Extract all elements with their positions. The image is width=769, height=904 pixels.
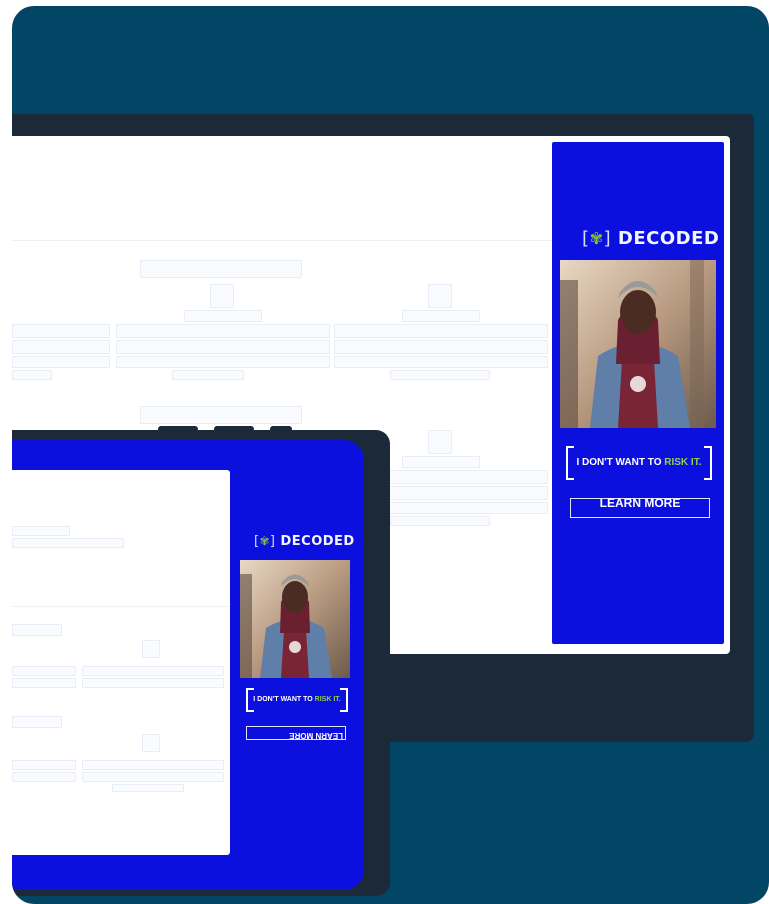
tablet-ad-brand-name: DECODED bbox=[280, 534, 355, 549]
bracket-left-icon bbox=[246, 688, 254, 712]
placeholder-line bbox=[390, 516, 490, 526]
content-divider bbox=[12, 606, 230, 607]
placeholder-heading bbox=[12, 716, 62, 728]
placeholder-image bbox=[428, 430, 452, 454]
placeholder-image bbox=[210, 284, 234, 308]
tablet-ad-brand-logo: [✾] DECODED bbox=[254, 534, 355, 549]
ad-brand-logo: [✾] DECODED bbox=[582, 228, 720, 249]
content-divider bbox=[12, 240, 552, 241]
placeholder-line bbox=[12, 370, 52, 380]
tablet-ad-tagline: I DON'T WANT TO RISK IT. bbox=[246, 688, 348, 712]
placeholder-heading bbox=[140, 406, 302, 424]
placeholder-line bbox=[82, 760, 224, 770]
placeholder-line bbox=[12, 324, 110, 338]
cannabis-leaf-icon: ✾ bbox=[259, 534, 270, 548]
placeholder-line bbox=[116, 356, 330, 368]
cannabis-leaf-icon: ✾ bbox=[589, 229, 604, 248]
placeholder-image bbox=[142, 734, 160, 752]
placeholder-line bbox=[116, 340, 330, 354]
placeholder-image bbox=[142, 640, 160, 658]
tablet-ad-photo bbox=[240, 560, 350, 678]
placeholder-line bbox=[402, 310, 480, 322]
tablet-page-content bbox=[12, 470, 230, 855]
laptop-ad-banner[interactable]: [✾] DECODED I DON'T WANT TO RISK IT. LEA… bbox=[552, 142, 724, 644]
tablet-screen: [✾] DECODED I DON'T WANT TO RISK IT. LEA… bbox=[12, 440, 364, 890]
placeholder-line bbox=[12, 678, 76, 688]
learn-more-button[interactable]: LEARN MORE bbox=[570, 497, 710, 518]
placeholder-line bbox=[390, 370, 490, 380]
placeholder-line bbox=[12, 356, 110, 368]
placeholder-line bbox=[82, 678, 224, 688]
placeholder-line bbox=[12, 340, 110, 354]
placeholder-line bbox=[184, 310, 262, 322]
placeholder-line bbox=[112, 784, 184, 792]
placeholder-heading bbox=[140, 260, 302, 278]
placeholder-line bbox=[402, 456, 480, 468]
ad-brand-name: DECODED bbox=[617, 228, 720, 249]
placeholder-line bbox=[82, 666, 224, 676]
tablet-device: [✾] DECODED I DON'T WANT TO RISK IT. LEA… bbox=[12, 430, 390, 896]
placeholder-line bbox=[12, 772, 76, 782]
placeholder-image bbox=[428, 284, 452, 308]
placeholder-line bbox=[12, 526, 70, 536]
placeholder-heading bbox=[12, 624, 62, 636]
placeholder-line bbox=[12, 666, 76, 676]
bracket-right-icon bbox=[340, 688, 348, 712]
bracket-left-icon bbox=[566, 446, 574, 480]
bracket-right-icon bbox=[704, 446, 712, 480]
tablet-learn-more-button[interactable]: LEARN MORE bbox=[246, 726, 346, 740]
placeholder-line bbox=[334, 340, 548, 354]
hero-card: [✾] DECODED I DON'T WANT TO RISK IT. LEA… bbox=[12, 6, 769, 904]
placeholder-line bbox=[82, 772, 224, 782]
placeholder-line bbox=[334, 356, 548, 368]
ad-tagline: I DON'T WANT TO RISK IT. bbox=[566, 446, 712, 480]
placeholder-line bbox=[116, 324, 330, 338]
placeholder-line bbox=[334, 324, 548, 338]
placeholder-line bbox=[172, 370, 244, 380]
placeholder-line bbox=[12, 538, 124, 548]
ad-photo bbox=[560, 260, 716, 428]
placeholder-line bbox=[12, 760, 76, 770]
